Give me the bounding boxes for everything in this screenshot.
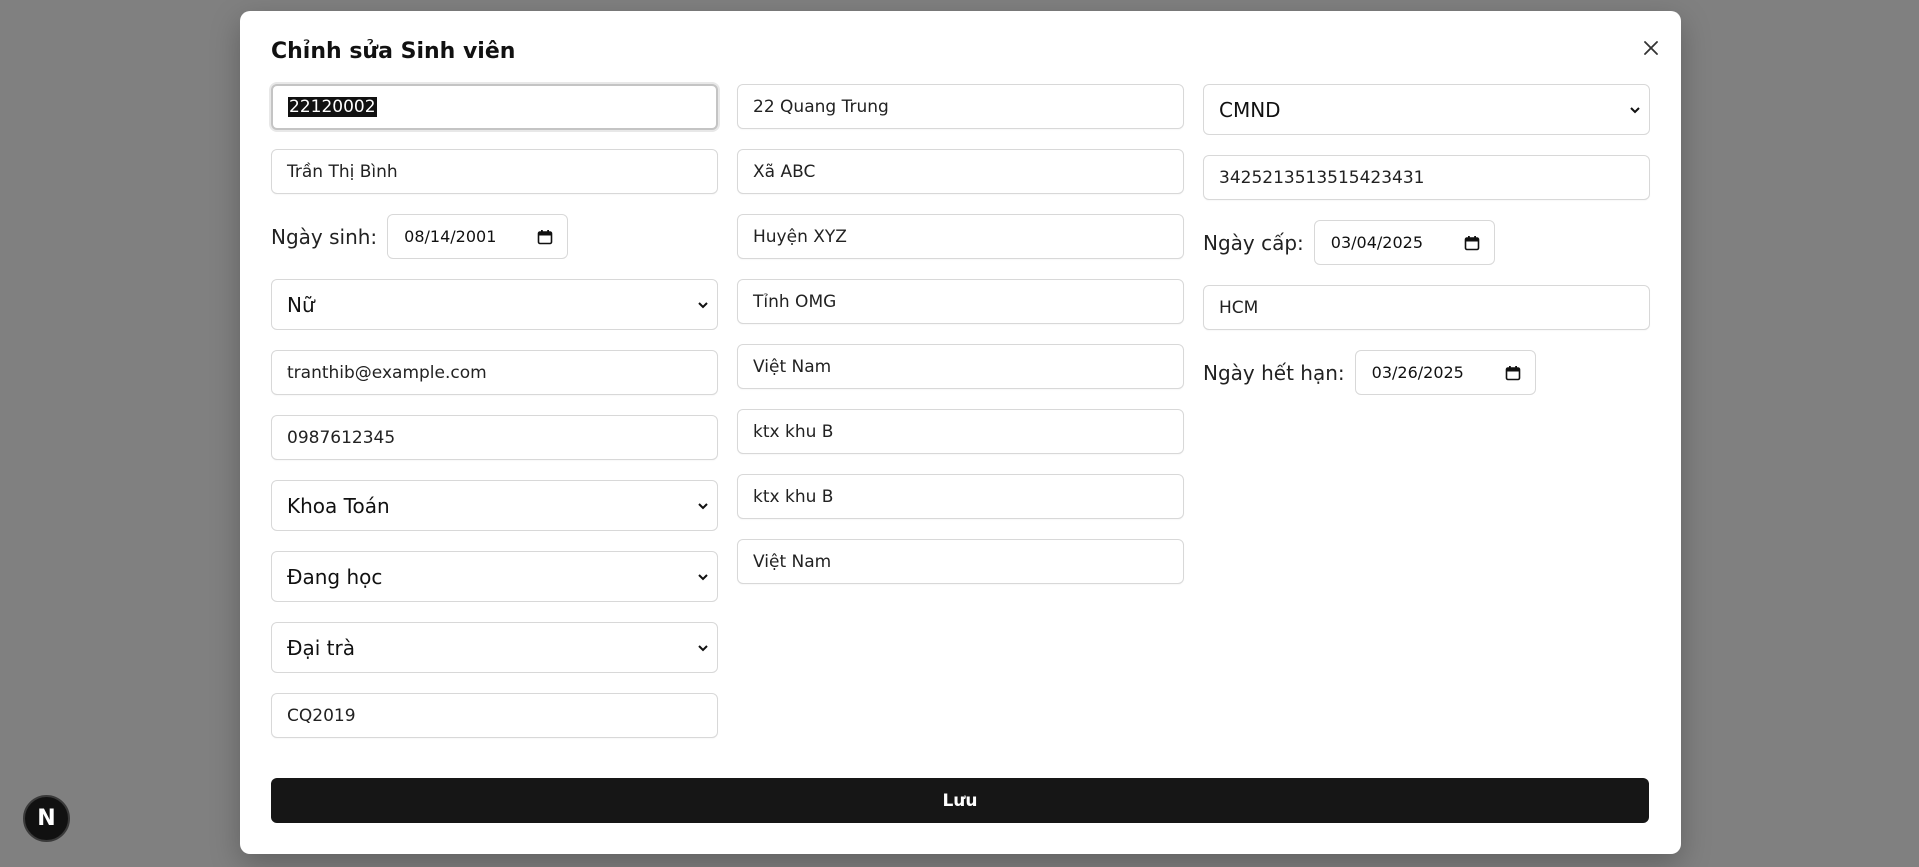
phone-value: 0987612345 bbox=[287, 427, 396, 448]
dob-label: Ngày sinh: bbox=[271, 224, 378, 249]
calendar-icon bbox=[1464, 235, 1480, 250]
save-button[interactable]: Lưu bbox=[271, 778, 1649, 823]
course-value: CQ2019 bbox=[287, 705, 356, 726]
close-icon bbox=[1644, 41, 1658, 55]
program-select[interactable]: Đại trà bbox=[271, 622, 718, 673]
chevron-down-icon bbox=[698, 644, 708, 651]
email-value: tranthib@example.com bbox=[287, 362, 487, 383]
chevron-down-icon bbox=[698, 301, 708, 308]
temp-address-input[interactable]: ktx khu B bbox=[737, 409, 1184, 454]
nextjs-dev-badge[interactable]: N bbox=[23, 795, 70, 842]
issue-place-input[interactable]: HCM bbox=[1203, 285, 1650, 330]
calendar-icon bbox=[537, 229, 553, 244]
status-value: Đang học bbox=[287, 564, 383, 589]
expiry-date-value: 03/26/2025 bbox=[1371, 363, 1464, 382]
course-input[interactable]: CQ2019 bbox=[271, 693, 718, 738]
gender-select[interactable]: Nữ bbox=[271, 279, 718, 330]
gender-value: Nữ bbox=[287, 292, 315, 317]
email-input[interactable]: tranthib@example.com bbox=[271, 350, 718, 395]
calendar-icon bbox=[1505, 365, 1520, 380]
chevron-down-icon bbox=[1630, 106, 1640, 113]
student-id-input[interactable]: 22120002 bbox=[271, 84, 718, 130]
temp-address-value: ktx khu B bbox=[753, 421, 834, 442]
chevron-down-icon bbox=[698, 502, 708, 509]
mailing-address-input[interactable]: ktx khu B bbox=[737, 474, 1184, 519]
province-input[interactable]: Tỉnh OMG bbox=[737, 279, 1184, 324]
district-value: Huyện XYZ bbox=[753, 226, 847, 247]
nationality-input[interactable]: Việt Nam bbox=[737, 539, 1184, 584]
expiry-date-label: Ngày hết hạn: bbox=[1203, 360, 1345, 385]
status-select[interactable]: Đang học bbox=[271, 551, 718, 602]
student-id-value: 22120002 bbox=[288, 97, 377, 117]
chevron-down-icon bbox=[698, 573, 708, 580]
expiry-date-input[interactable]: 03/26/2025 bbox=[1354, 350, 1536, 395]
program-value: Đại trà bbox=[287, 635, 355, 660]
edit-student-dialog: Chỉnh sửa Sinh viên 22120002 Trần Thị Bì… bbox=[240, 11, 1681, 854]
dob-date-input[interactable]: 08/14/2001 bbox=[387, 214, 569, 259]
mailing-address-value: ktx khu B bbox=[753, 486, 834, 507]
street-value: 22 Quang Trung bbox=[753, 96, 889, 117]
dob-row: Ngày sinh: 08/14/2001 bbox=[271, 214, 569, 259]
faculty-select[interactable]: Khoa Toán bbox=[271, 480, 718, 531]
expiry-date-row: Ngày hết hạn: 03/26/2025 bbox=[1203, 350, 1536, 395]
dialog-title: Chỉnh sửa Sinh viên bbox=[271, 39, 516, 64]
phone-input[interactable]: 0987612345 bbox=[271, 415, 718, 460]
country-value: Việt Nam bbox=[753, 356, 832, 377]
issue-date-value: 03/04/2025 bbox=[1330, 233, 1424, 252]
issue-date-input[interactable]: 03/04/2025 bbox=[1313, 220, 1495, 265]
issue-date-label: Ngày cấp: bbox=[1203, 230, 1304, 255]
issue-date-row: Ngày cấp: 03/04/2025 bbox=[1203, 220, 1495, 265]
nextjs-logo-icon: N bbox=[37, 806, 56, 831]
faculty-value: Khoa Toán bbox=[287, 493, 390, 518]
id-type-select[interactable]: CMND bbox=[1203, 84, 1650, 135]
full-name-value: Trần Thị Bình bbox=[287, 161, 398, 182]
dob-value: 08/14/2001 bbox=[404, 227, 497, 246]
province-value: Tỉnh OMG bbox=[753, 291, 837, 312]
id-type-value: CMND bbox=[1219, 97, 1281, 122]
ward-value: Xã ABC bbox=[753, 161, 816, 182]
district-input[interactable]: Huyện XYZ bbox=[737, 214, 1184, 259]
country-input[interactable]: Việt Nam bbox=[737, 344, 1184, 389]
id-number-input[interactable]: 3425213513515423431 bbox=[1203, 155, 1650, 200]
street-input[interactable]: 22 Quang Trung bbox=[737, 84, 1184, 129]
nationality-value: Việt Nam bbox=[753, 551, 832, 572]
ward-input[interactable]: Xã ABC bbox=[737, 149, 1184, 194]
issue-place-value: HCM bbox=[1219, 297, 1259, 318]
id-number-value: 3425213513515423431 bbox=[1219, 167, 1425, 188]
full-name-input[interactable]: Trần Thị Bình bbox=[271, 149, 718, 194]
close-button[interactable] bbox=[1636, 33, 1666, 63]
